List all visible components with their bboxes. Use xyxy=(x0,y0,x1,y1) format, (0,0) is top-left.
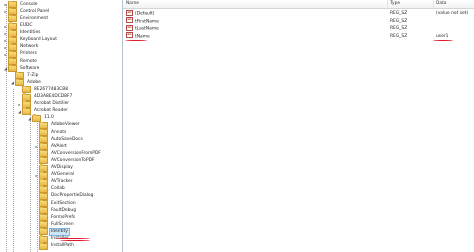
tree-item-label: Identities xyxy=(20,30,41,36)
identity-underline-annotation xyxy=(56,238,90,239)
value-row[interactable]: tName REG_SZ user1 xyxy=(123,31,474,41)
value-type: REG_SZ xyxy=(390,18,408,24)
tree-item-label: FormsPrefs xyxy=(51,214,76,220)
tree-item-label: Software xyxy=(20,65,40,71)
tree-item-label: Acrobat Reader xyxy=(34,108,68,114)
string-value-icon xyxy=(126,9,133,16)
tree-item-label: Identity xyxy=(49,227,70,236)
tree-guide-line xyxy=(13,89,14,252)
tree-item-label: AVTracker xyxy=(51,179,73,185)
folder-icon xyxy=(39,242,48,250)
value-row[interactable]: (Default) REG_SZ (value not set) xyxy=(123,9,474,18)
tree-item-label: ExitSection xyxy=(51,200,76,206)
tree-item-label: Annots xyxy=(51,129,67,135)
tree-item-label: EUDC xyxy=(20,23,33,29)
identity-underline-annotation xyxy=(60,240,90,241)
value-name: tName xyxy=(135,34,150,39)
tree-item-label: AdobeViewer xyxy=(51,122,80,128)
column-type-header[interactable]: Type xyxy=(387,0,434,8)
tree-item-label: FaultDebug xyxy=(51,207,76,213)
tree-item-label: Control Panel xyxy=(20,8,50,14)
tree-item-label: 8E2677483CB8 xyxy=(34,86,68,92)
tree-item-label: AutoSaveDocs xyxy=(51,136,83,142)
value-type: REG_SZ xyxy=(390,26,408,31)
tname-underline-annotation xyxy=(125,40,147,41)
tree-item-label: Network xyxy=(20,44,39,50)
tree-item-label: Printers xyxy=(20,51,37,57)
tree-item-label: DocPropertieDialog xyxy=(51,193,94,199)
tree-guide-line xyxy=(30,110,31,252)
value-data: (value not set) xyxy=(436,11,469,16)
value-name: tLastName xyxy=(135,26,159,32)
value-row[interactable]: tLastName REG_SZ xyxy=(123,24,474,33)
tree-item-label: AVGeneral xyxy=(51,172,75,178)
tree-item-label: AVDisplay xyxy=(51,165,73,171)
tree-item-label: AVConversionFromPDF xyxy=(51,150,101,156)
tree-item[interactable]: InstallPath xyxy=(34,242,75,250)
tree-item-label: AVConversionToPDF xyxy=(51,157,95,163)
tree-item-label: Adobe xyxy=(27,79,41,85)
column-name-header[interactable]: Name xyxy=(123,0,388,8)
tree-item-label: 7-Zip xyxy=(27,72,39,78)
tree-item-label: AVAlert xyxy=(51,143,67,149)
tree-item-label: Installer xyxy=(51,236,69,242)
column-data-header[interactable]: Data xyxy=(433,0,474,8)
tree-item-label: Environment xyxy=(20,15,49,21)
values-column-header: Name Type Data xyxy=(123,0,474,9)
value-name: tFirstName xyxy=(135,19,159,24)
registry-values-pane: Name Type Data (Default) REG_SZ (value n… xyxy=(123,0,474,252)
tree-item-label: InstallPath xyxy=(51,243,74,249)
tree-item-label: Remote xyxy=(20,58,37,64)
user1-underline-annotation xyxy=(433,40,453,41)
value-type: REG_SZ xyxy=(390,11,408,16)
tree-item-label: Acrobat Distiller xyxy=(34,101,70,107)
value-row[interactable]: tFirstName REG_SZ xyxy=(123,16,474,26)
tree-item-label: Keyboard Layout xyxy=(20,37,57,43)
string-value-icon xyxy=(126,16,133,24)
tree-item-label: Collab xyxy=(51,186,65,192)
value-type: REG_SZ xyxy=(390,33,408,39)
value-name-cell: tName xyxy=(126,31,150,41)
tree-item-label: FullScreen xyxy=(51,221,74,227)
tree-item-label: Console xyxy=(20,1,38,7)
tree-item-label: 11.0 xyxy=(44,115,54,121)
tree-item-label: 4D3A8E4DCD8F7 xyxy=(34,94,73,100)
value-name: (Default) xyxy=(135,11,155,17)
registry-key-tree[interactable]: ▸ Console ▸ Control Panel Environment ▸ EUDC ▸ I… xyxy=(0,0,123,252)
string-value-icon xyxy=(126,31,133,39)
string-value-icon xyxy=(126,24,133,31)
value-data: user1 xyxy=(436,33,449,39)
